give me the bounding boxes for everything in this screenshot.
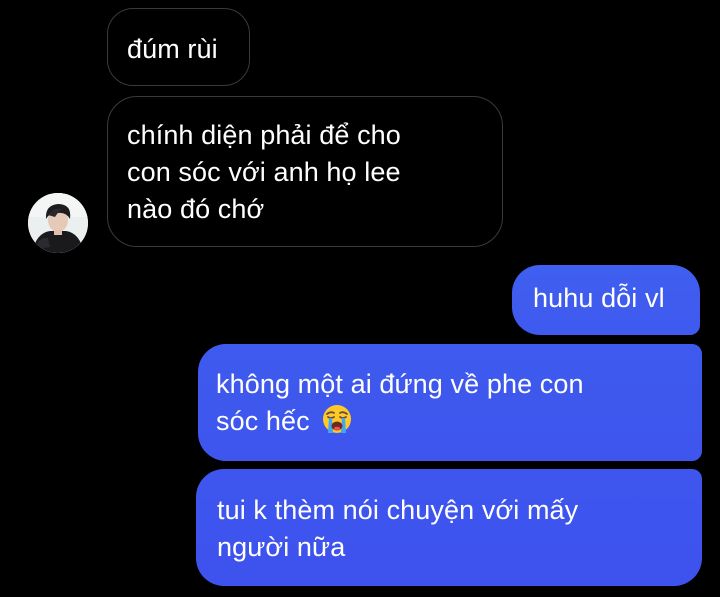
message-text: nào đó chớ [127,194,265,224]
avatar-photo-icon [28,193,88,253]
message-bubble-received[interactable]: đúm rùi [107,8,250,86]
message-bubble-sent[interactable]: tui k thèm nói chuyện với mấy người nữa [196,469,702,586]
message-bubble-received[interactable]: chính diện phải để cho con sóc với anh h… [107,96,503,247]
sender-avatar[interactable] [28,193,88,253]
message-text: chính diện phải để cho [127,120,401,150]
message-text: huhu dỗi vl [533,283,665,313]
loudly-crying-face-icon [323,405,352,433]
message-text: con sóc với anh họ lee [127,157,401,187]
message-text: không một ai đứng về phe con [216,369,584,399]
message-text: sóc hếc [216,406,310,436]
message-text: tui k thèm nói chuyện với mấy [217,495,579,525]
message-bubble-sent[interactable]: huhu dỗi vl [512,265,700,335]
message-text: người nữa [217,532,346,562]
message-bubble-sent[interactable]: không một ai đứng về phe con sóc hếc [198,344,702,461]
message-text: đúm rùi [127,34,218,64]
